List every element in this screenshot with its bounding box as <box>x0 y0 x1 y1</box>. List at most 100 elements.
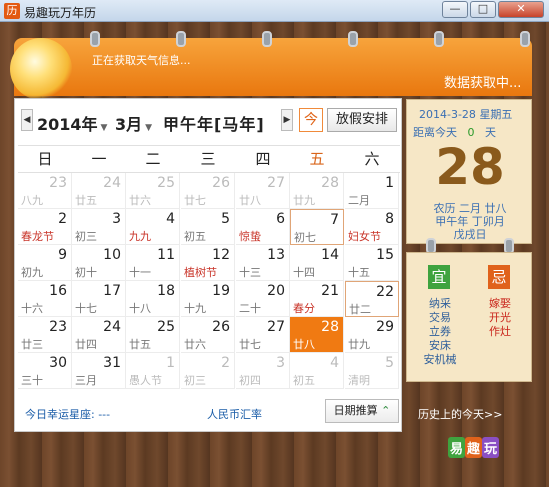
day-cell[interactable]: 27 廿七 <box>236 317 290 353</box>
day-cell[interactable]: 25 廿五 <box>126 317 180 353</box>
weather-status[interactable]: 正在获取天气信息... <box>92 52 191 68</box>
day-cell[interactable]: 22 廿二 <box>345 281 399 317</box>
lunar-label: 惊蛰 <box>239 230 261 243</box>
day-cell[interactable]: 19 十九 <box>181 281 235 317</box>
weekday-sat: 六 <box>364 150 380 168</box>
lunar-label: 廿八 <box>239 194 261 207</box>
ji-item: 作灶 <box>489 325 511 338</box>
day-number: 25 <box>157 175 175 191</box>
day-cell[interactable]: 31 三月 <box>72 353 126 389</box>
day-cell[interactable]: 9 初九 <box>18 245 72 281</box>
chevron-up-icon: ⌃ <box>381 404 391 417</box>
day-cell[interactable]: 23 廿三 <box>18 317 72 353</box>
yi-item: 安机械 <box>423 353 457 366</box>
lunar-label: 三十 <box>21 374 43 387</box>
year-select[interactable]: 2014年 ▼ <box>37 111 107 135</box>
lunar-label: 廿六 <box>129 194 151 207</box>
day-cell[interactable]: 3 初四 <box>236 353 290 389</box>
day-cell[interactable]: 6 惊蛰 <box>236 209 290 245</box>
day-number: 3 <box>112 211 121 227</box>
close-button[interactable]: ✕ <box>498 1 544 18</box>
lunar-label: 廿二 <box>349 303 371 316</box>
day-cell[interactable]: 1 二月 <box>345 173 399 209</box>
day-cell[interactable]: 2 春龙节 <box>18 209 72 245</box>
day-cell[interactable]: 7 初七 <box>290 209 344 245</box>
day-cell[interactable]: 28 廿八 <box>290 317 344 353</box>
day-cell[interactable]: 24 廿五 <box>72 173 126 209</box>
next-month-button[interactable]: ▶ <box>281 109 293 131</box>
month-nav: ◀ 2014年 ▼ 3月 ▼ 甲午年[马年] ▶ 今 放假安排 <box>15 105 403 135</box>
day-cell[interactable]: 13 十三 <box>236 245 290 281</box>
day-cell[interactable]: 11 十一 <box>126 245 180 281</box>
date-calc-button[interactable]: 日期推算 ⌃ <box>325 399 399 423</box>
day-cell[interactable]: 4 九九 <box>126 209 180 245</box>
day-cell[interactable]: 25 廿六 <box>126 173 180 209</box>
day-cell[interactable]: 27 廿八 <box>236 173 290 209</box>
day-cell[interactable]: 12 植树节 <box>181 245 235 281</box>
binder-ring-icon <box>348 31 358 47</box>
day-number: 11 <box>157 247 175 263</box>
binder-ring-icon <box>176 31 186 47</box>
lunar-label: 二十 <box>239 302 261 315</box>
day-number: 19 <box>212 283 230 299</box>
selected-date: 2014-3-28 星期五 <box>419 106 512 122</box>
day-cell[interactable]: 1 愚人节 <box>126 353 180 389</box>
day-cell[interactable]: 18 十八 <box>126 281 180 317</box>
chevron-down-icon: ▼ <box>145 123 153 133</box>
prev-month-button[interactable]: ◀ <box>21 109 33 131</box>
month-select[interactable]: 3月 ▼ <box>115 111 152 135</box>
day-cell[interactable]: 26 廿六 <box>181 317 235 353</box>
currency-link[interactable]: 人民币汇率 <box>207 406 262 422</box>
sun-icon <box>10 38 72 100</box>
lunar-label: 春龙节 <box>21 230 54 243</box>
day-number: 1 <box>166 355 175 371</box>
day-cell[interactable]: 29 廿九 <box>345 317 399 353</box>
lunar-label: 十三 <box>239 266 261 279</box>
selected-date-value: 2014-3-28 <box>419 108 476 121</box>
yi-badge: 宜 <box>428 265 450 289</box>
day-cell[interactable]: 17 十七 <box>72 281 126 317</box>
day-cell[interactable]: 28 廿九 <box>290 173 344 209</box>
day-cell[interactable]: 4 初五 <box>290 353 344 389</box>
holiday-schedule-button[interactable]: 放假安排 <box>327 108 397 132</box>
day-cell[interactable]: 26 廿七 <box>181 173 235 209</box>
day-cell[interactable]: 8 妇女节 <box>345 209 399 245</box>
big-day-number: 28 <box>435 138 505 196</box>
day-cell[interactable]: 24 廿四 <box>72 317 126 353</box>
app-icon: 历 <box>4 3 20 19</box>
day-cell[interactable]: 20 二十 <box>236 281 290 317</box>
binder-ring-icon <box>434 31 444 47</box>
weekday-thu: 四 <box>255 150 271 168</box>
brand-logo[interactable]: 易趣玩 <box>448 437 500 458</box>
day-cell[interactable]: 15 十五 <box>345 245 399 281</box>
lunar-label: 十五 <box>348 266 370 279</box>
year-value: 2014年 <box>37 115 98 134</box>
day-cell[interactable]: 5 清明 <box>345 353 399 389</box>
day-cell[interactable]: 23 八九 <box>18 173 72 209</box>
lunar-label: 廿九 <box>293 194 315 207</box>
day-cell[interactable]: 2 初三 <box>181 353 235 389</box>
weekday-fri: 五 <box>309 150 325 168</box>
today-button[interactable]: 今 <box>299 108 323 132</box>
weekday-tue: 二 <box>145 150 161 168</box>
day-cell[interactable]: 30 三十 <box>18 353 72 389</box>
calendar-grid: 23 八九 24 廿五 25 廿六 26 廿七 27 廿八 28 廿九 1 二月 2 春龙节 3 初三 4 九九 5 初五… <box>18 173 400 389</box>
day-cell[interactable]: 16 十六 <box>18 281 72 317</box>
maximize-button[interactable]: □ <box>470 1 496 18</box>
lunar-label: 廿六 <box>184 338 206 351</box>
day-cell[interactable]: 3 初三 <box>72 209 126 245</box>
day-cell[interactable]: 5 初五 <box>181 209 235 245</box>
yi-item: 纳采 <box>429 297 451 310</box>
history-today-link[interactable]: 历史上的今天>> <box>418 406 502 422</box>
window-title: 易趣玩万年历 <box>24 6 97 20</box>
day-cell[interactable]: 21 春分 <box>290 281 344 317</box>
day-number: 6 <box>276 211 285 227</box>
binder-ring-icon <box>520 31 530 47</box>
day-cell[interactable]: 14 十四 <box>290 245 344 281</box>
minimize-button[interactable]: — <box>442 1 468 18</box>
lunar-label: 廿五 <box>129 338 151 351</box>
day-number: 14 <box>321 247 339 263</box>
lunar-label: 廿七 <box>239 338 261 351</box>
day-cell[interactable]: 10 初十 <box>72 245 126 281</box>
lucky-constellation[interactable]: 今日幸运星座: --- <box>25 406 110 422</box>
